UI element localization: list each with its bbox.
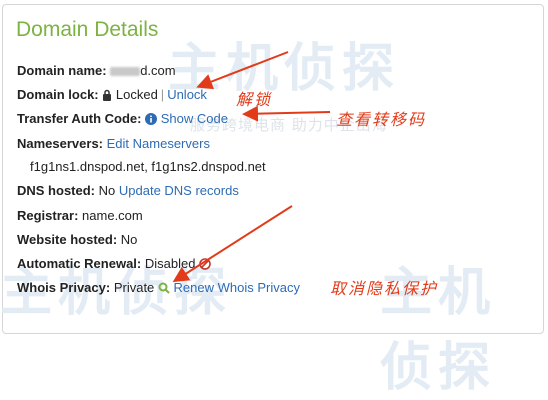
arrow-unlock xyxy=(196,51,289,90)
annotation-whois: 取消隐私保护 xyxy=(330,279,439,298)
annotation-arrows xyxy=(172,51,331,283)
arrow-show-code xyxy=(242,105,331,122)
annotation-show-code: 查看转移码 xyxy=(336,110,427,129)
annotation-unlock: 解锁 xyxy=(236,90,273,109)
arrow-whois xyxy=(172,205,293,283)
